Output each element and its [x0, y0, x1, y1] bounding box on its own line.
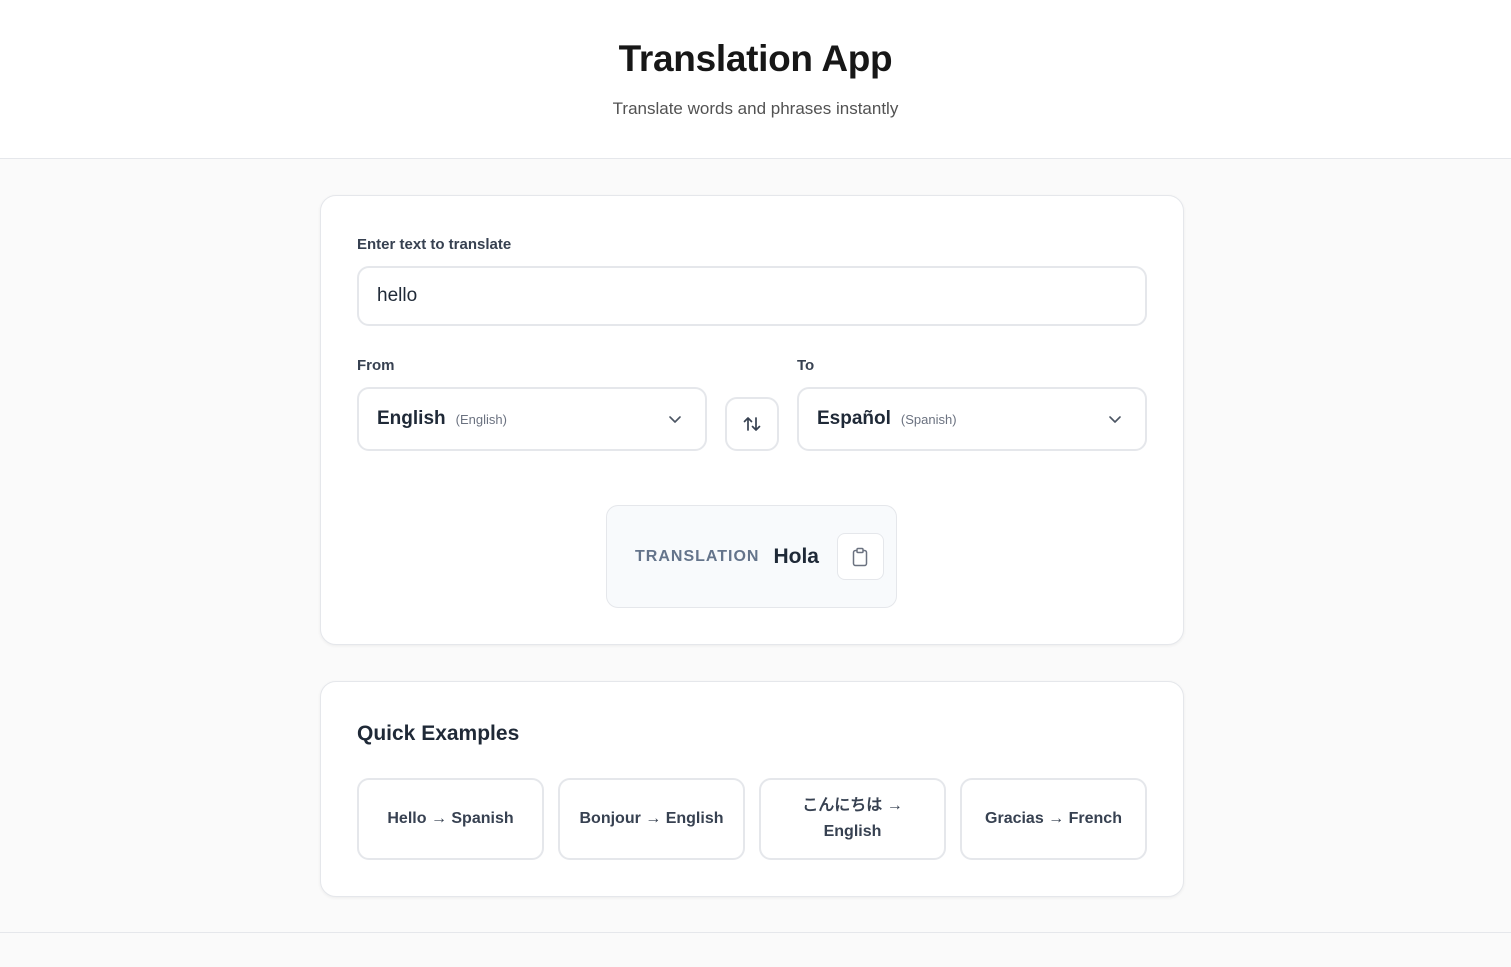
from-label: From [357, 357, 395, 374]
main-content: Enter text to translate From To English … [0, 159, 1511, 933]
swap-vertical-icon [743, 417, 761, 431]
from-language-english: (English) [455, 411, 507, 427]
translation-result-label: TRANSLATION [635, 547, 760, 565]
translator-card: Enter text to translate From To English … [320, 195, 1184, 645]
app-title: Translation App [618, 38, 893, 79]
to-language-english: (Spanish) [900, 411, 957, 427]
translation-result: TRANSLATION Hola [606, 505, 897, 608]
to-language-select[interactable]: Español (Spanish) [797, 387, 1147, 451]
chevron-down-icon [1109, 416, 1121, 423]
example-button-hello-spanish[interactable]: Hello → Spanish [357, 778, 544, 860]
quick-examples-card: Quick Examples Hello → Spanish Bonjour →… [320, 681, 1184, 897]
from-language-native: English [377, 408, 446, 429]
from-language-select[interactable]: English (English) [357, 387, 707, 451]
clipboard-icon [853, 547, 868, 566]
example-button-gracias-french[interactable]: Gracias → French [960, 778, 1147, 860]
example-button-bonjour-english[interactable]: Bonjour → English [558, 778, 745, 860]
copy-translation-button[interactable] [836, 533, 884, 580]
swap-languages-button[interactable] [725, 397, 779, 451]
to-label: To [797, 357, 815, 374]
input-label: Enter text to translate [357, 236, 512, 253]
to-language-native: Español [817, 408, 891, 429]
translation-result-value: Hola [773, 544, 819, 568]
quick-examples-title: Quick Examples [357, 722, 520, 745]
example-button-konnichiwa-english[interactable]: こんにちは → English [759, 778, 946, 860]
translate-text-input[interactable] [357, 266, 1147, 326]
app-header: Translation App Translate words and phra… [0, 0, 1511, 159]
app-subtitle: Translate words and phrases instantly [612, 99, 899, 118]
quick-examples-list: Hello → Spanish Bonjour → English こんにちは … [357, 778, 1147, 860]
chevron-down-icon [669, 416, 681, 423]
